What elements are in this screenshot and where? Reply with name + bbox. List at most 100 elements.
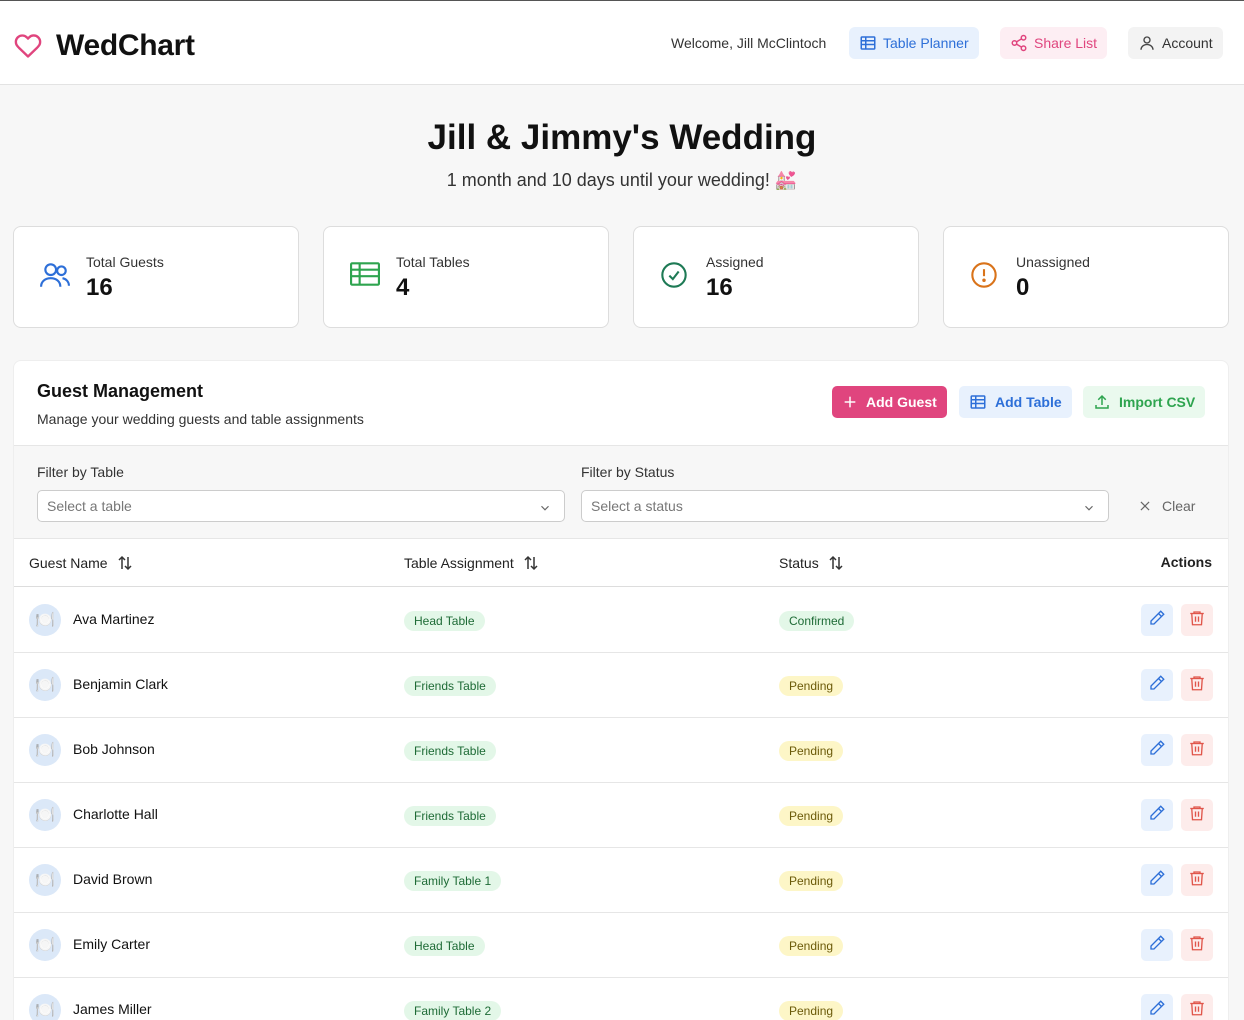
edit-guest-button[interactable] — [1141, 604, 1173, 636]
stat-card-assigned: Assigned 16 — [633, 226, 919, 328]
users-icon — [40, 261, 70, 294]
column-header-label: Guest Name — [29, 555, 108, 571]
table-icon — [970, 395, 986, 409]
guest-name: Bob Johnson — [73, 741, 155, 757]
table-row: 🍽️ Bob Johnson Friends Table Pending — [14, 718, 1228, 783]
filter-status-select[interactable]: Select a status — [581, 490, 1109, 522]
status-badge: Pending — [779, 741, 844, 761]
table-assignment-badge: Head Table — [404, 611, 485, 631]
status-badge: Confirmed — [779, 611, 855, 631]
filter-status-label: Filter by Status — [581, 464, 675, 480]
stat-card-total-guests: Total Guests 16 — [13, 226, 299, 328]
account-label: Account — [1162, 35, 1213, 51]
trash-icon — [1188, 804, 1206, 827]
share-icon — [1011, 34, 1027, 52]
column-header-table-assignment[interactable]: Table Assignment — [404, 554, 540, 572]
pencil-icon — [1148, 804, 1166, 827]
alert-circle-icon — [970, 261, 998, 294]
stat-card-total-tables: Total Tables 4 — [323, 226, 609, 328]
trash-icon — [1188, 999, 1206, 1020]
clear-label: Clear — [1162, 498, 1196, 514]
trash-icon — [1188, 934, 1206, 957]
status-badge: Pending — [779, 806, 844, 826]
guest-avatar: 🍽️ — [29, 864, 61, 896]
edit-guest-button[interactable] — [1141, 669, 1173, 701]
filter-table-placeholder: Select a table — [47, 498, 132, 514]
share-list-button[interactable]: Share List — [1000, 27, 1108, 59]
status-badge: Pending — [779, 871, 844, 891]
welcome-text: Welcome, Jill McClintoch — [671, 35, 827, 51]
delete-guest-button[interactable] — [1181, 734, 1213, 766]
guest-name: James Miller — [73, 1001, 152, 1017]
sort-icon — [829, 555, 843, 571]
account-button[interactable]: Account — [1128, 27, 1223, 59]
heart-icon — [14, 34, 42, 58]
user-icon — [1140, 36, 1154, 50]
table-assignment-badge: Friends Table — [404, 741, 496, 761]
edit-guest-button[interactable] — [1141, 734, 1173, 766]
add-table-button[interactable]: Add Table — [959, 386, 1072, 418]
trash-icon — [1188, 674, 1206, 697]
guest-name: Benjamin Clark — [73, 676, 168, 692]
delete-guest-button[interactable] — [1181, 604, 1213, 636]
sort-icon — [118, 555, 132, 571]
stat-label: Total Guests — [86, 254, 164, 270]
guest-management-panel: Guest Management Manage your wedding gue… — [13, 360, 1229, 1020]
table-assignment-badge: Friends Table — [404, 806, 496, 826]
edit-guest-button[interactable] — [1141, 864, 1173, 896]
table-row: 🍽️ Ava Martinez Head Table Confirmed — [14, 588, 1228, 653]
column-header-status[interactable]: Status — [779, 554, 845, 572]
table-assignment-badge: Family Table 2 — [404, 1001, 502, 1020]
add-guest-button[interactable]: Add Guest — [832, 386, 947, 418]
pencil-icon — [1148, 934, 1166, 957]
edit-guest-button[interactable] — [1141, 929, 1173, 961]
brand-name: WedChart — [56, 29, 195, 62]
guest-avatar: 🍽️ — [29, 929, 61, 961]
delete-guest-button[interactable] — [1181, 929, 1213, 961]
table-row: 🍽️ Charlotte Hall Friends Table Pending — [14, 783, 1228, 848]
table-assignment-badge: Head Table — [404, 936, 485, 956]
delete-guest-button[interactable] — [1181, 799, 1213, 831]
guest-avatar: 🍽️ — [29, 669, 61, 701]
add-guest-label: Add Guest — [866, 394, 937, 410]
delete-guest-button[interactable] — [1181, 669, 1213, 701]
column-header-actions: Actions — [1160, 554, 1212, 570]
add-table-label: Add Table — [995, 394, 1062, 410]
column-header-label: Table Assignment — [404, 555, 514, 571]
sort-icon — [524, 555, 538, 571]
delete-guest-button[interactable] — [1181, 864, 1213, 896]
import-csv-button[interactable]: Import CSV — [1083, 386, 1206, 418]
guest-name: Ava Martinez — [73, 611, 155, 627]
brand-logo[interactable]: WedChart — [14, 29, 195, 63]
guest-avatar: 🍽️ — [29, 799, 61, 831]
edit-guest-button[interactable] — [1141, 994, 1173, 1020]
plus-icon — [844, 396, 856, 408]
pencil-icon — [1148, 609, 1166, 632]
stat-value: 0 — [1016, 274, 1030, 301]
clear-filters-button[interactable]: Clear — [1138, 498, 1195, 514]
chevron-down-icon — [1085, 505, 1093, 511]
check-circle-icon — [660, 261, 688, 294]
table-planner-button[interactable]: Table Planner — [849, 27, 979, 59]
guest-avatar: 🍽️ — [29, 604, 61, 636]
filter-table-label: Filter by Table — [37, 464, 124, 480]
pencil-icon — [1148, 674, 1166, 697]
table-icon — [860, 36, 876, 50]
filter-status-placeholder: Select a status — [591, 498, 683, 514]
column-header-label: Status — [779, 555, 819, 571]
stat-value: 16 — [86, 274, 113, 301]
trash-icon — [1188, 869, 1206, 892]
edit-guest-button[interactable] — [1141, 799, 1173, 831]
panel-description: Manage your wedding guests and table ass… — [37, 411, 364, 427]
filter-table-select[interactable]: Select a table — [37, 490, 565, 522]
top-nav: WedChart Welcome, Jill McClintoch Table … — [0, 1, 1244, 85]
pencil-icon — [1148, 739, 1166, 762]
share-list-label: Share List — [1034, 35, 1098, 51]
page-title: Jill & Jimmy's Wedding — [427, 118, 817, 157]
table-icon — [350, 261, 380, 292]
trash-icon — [1188, 609, 1206, 632]
upload-icon — [1095, 394, 1109, 409]
delete-guest-button[interactable] — [1181, 994, 1213, 1020]
column-header-guest-name[interactable]: Guest Name — [29, 554, 134, 572]
import-csv-label: Import CSV — [1119, 394, 1196, 410]
